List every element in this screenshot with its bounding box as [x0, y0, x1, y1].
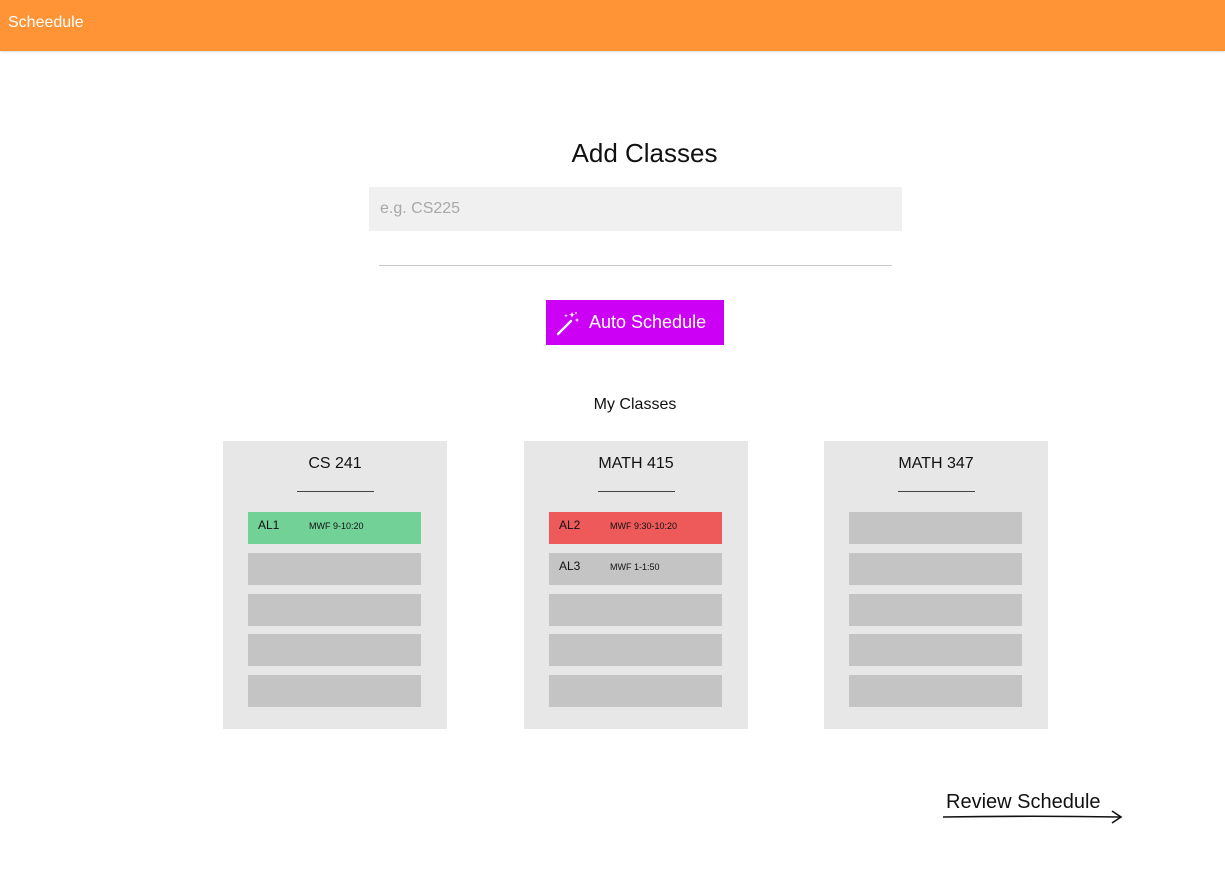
search-divider — [379, 265, 892, 266]
section-time: MWF 1-1:50 — [610, 562, 660, 572]
section-slot[interactable]: AL2 MWF 9:30-10:20 — [549, 512, 722, 544]
class-name: MATH 347 — [898, 455, 974, 472]
magic-wand-icon — [556, 311, 580, 335]
empty-section-slot[interactable] — [248, 553, 421, 585]
arrow-right-icon[interactable] — [942, 809, 1126, 825]
empty-section-slot[interactable] — [549, 634, 722, 666]
empty-section-slot[interactable] — [849, 594, 1022, 626]
class-card: CS 241 AL1 MWF 9-10:20 — [223, 441, 447, 729]
section-slot[interactable]: AL3 MWF 1-1:50 — [549, 553, 722, 585]
class-name: CS 241 — [308, 455, 362, 472]
my-classes-heading: My Classes — [593, 396, 677, 413]
auto-schedule-button[interactable]: Auto Schedule — [546, 300, 724, 345]
empty-section-slot[interactable] — [849, 634, 1022, 666]
class-card: MATH 347 — [824, 441, 1048, 729]
empty-section-slot[interactable] — [849, 675, 1022, 707]
empty-section-slot[interactable] — [248, 594, 421, 626]
section-code: AL3 — [559, 559, 581, 573]
page-title: Add Classes — [571, 138, 718, 168]
app-title[interactable]: Scheedule — [8, 14, 84, 32]
class-card: MATH 415 AL2 MWF 9:30-10:20 AL3 MWF 1-1:… — [524, 441, 748, 729]
auto-schedule-label: Auto Schedule — [589, 312, 707, 332]
app-header: Scheedule — [0, 0, 1225, 51]
empty-section-slot[interactable] — [549, 675, 722, 707]
empty-section-slot[interactable] — [248, 634, 421, 666]
section-code: AL2 — [559, 518, 581, 532]
class-search-input[interactable] — [369, 187, 902, 231]
class-name: MATH 415 — [598, 455, 674, 472]
empty-section-slot[interactable] — [849, 512, 1022, 544]
class-divider — [598, 491, 675, 492]
section-slot[interactable]: AL1 MWF 9-10:20 — [248, 512, 421, 544]
empty-section-slot[interactable] — [549, 594, 722, 626]
section-time: MWF 9-10:20 — [309, 521, 364, 531]
class-divider — [297, 491, 374, 492]
empty-section-slot[interactable] — [248, 675, 421, 707]
class-divider — [898, 491, 975, 492]
empty-section-slot[interactable] — [849, 553, 1022, 585]
section-code: AL1 — [258, 518, 280, 532]
section-time: MWF 9:30-10:20 — [610, 521, 678, 531]
